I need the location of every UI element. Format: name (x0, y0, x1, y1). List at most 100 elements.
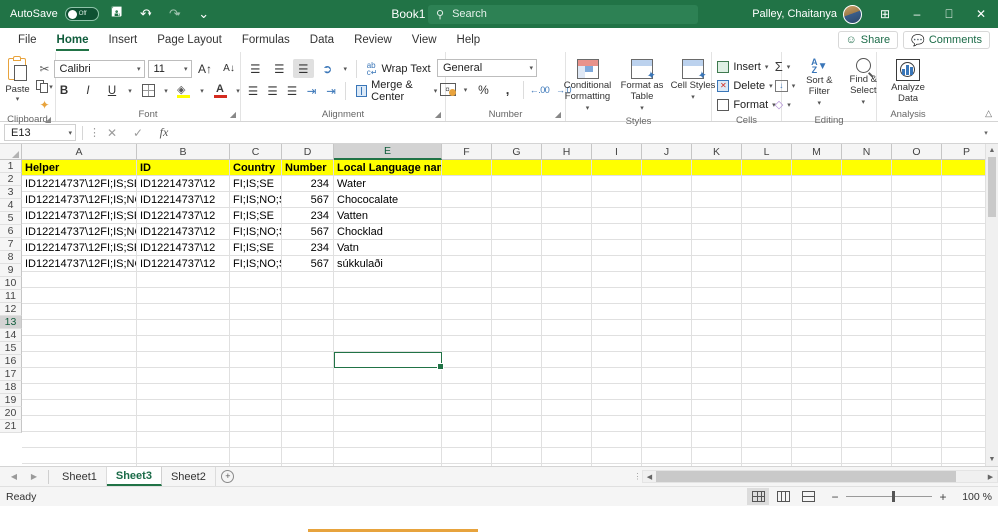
align-top-icon[interactable]: ☰ (245, 59, 266, 78)
cell-D5[interactable]: 567 (282, 224, 334, 240)
scroll-left-icon[interactable]: ◀ (643, 473, 656, 481)
ribbon-display-options-icon[interactable]: ⊞ (870, 0, 900, 28)
cell-N16[interactable] (842, 400, 892, 416)
cell-E14[interactable] (334, 368, 442, 384)
cell-D6[interactable]: 234 (282, 240, 334, 256)
zoom-value[interactable]: 100 % (954, 491, 992, 503)
cell-J8[interactable] (642, 272, 692, 288)
cell-F7[interactable] (442, 256, 492, 272)
cell-M10[interactable] (792, 304, 842, 320)
cell-G7[interactable] (492, 256, 542, 272)
cell-A10[interactable] (22, 304, 137, 320)
cell-B13[interactable] (137, 352, 230, 368)
cell-G6[interactable] (492, 240, 542, 256)
cell-J19[interactable] (642, 448, 692, 464)
cell-P10[interactable] (942, 304, 985, 320)
cell-K6[interactable] (692, 240, 742, 256)
row-header-13[interactable]: 13 (0, 316, 22, 329)
cell-L16[interactable] (742, 400, 792, 416)
scroll-grip[interactable]: ⋮ (632, 470, 642, 483)
cell-C14[interactable] (230, 368, 282, 384)
cell-F12[interactable] (442, 336, 492, 352)
cell-P9[interactable] (942, 288, 985, 304)
accounting-dropdown-icon[interactable]: ▾ (461, 86, 470, 94)
cell-F16[interactable] (442, 400, 492, 416)
align-center-icon[interactable]: ☰ (264, 81, 281, 100)
cell-C1[interactable]: Country (230, 160, 282, 176)
cell-P16[interactable] (942, 400, 985, 416)
cell-D10[interactable] (282, 304, 334, 320)
sort-filter-dropdown-icon[interactable]: ▾ (818, 98, 822, 109)
cell-H9[interactable] (542, 288, 592, 304)
cell-A14[interactable] (22, 368, 137, 384)
cell-F10[interactable] (442, 304, 492, 320)
cell-E11[interactable] (334, 320, 442, 336)
cell-N12[interactable] (842, 336, 892, 352)
cell-H11[interactable] (542, 320, 592, 336)
insert-function-icon[interactable]: fx (151, 124, 177, 142)
borders-icon[interactable] (138, 81, 159, 100)
cell-K1[interactable] (692, 160, 742, 176)
cell-M7[interactable] (792, 256, 842, 272)
search-box[interactable]: ⚲ Search (428, 4, 698, 24)
row-header-18[interactable]: 18 (0, 381, 22, 394)
cell-L14[interactable] (742, 368, 792, 384)
wrap-text-button[interactable]: ab c↵ Wrap Text (363, 59, 435, 78)
cell-N6[interactable] (842, 240, 892, 256)
row-header-14[interactable]: 14 (0, 329, 22, 342)
cell-G1[interactable] (492, 160, 542, 176)
column-header-e[interactable]: E (334, 144, 442, 160)
cell-D8[interactable] (282, 272, 334, 288)
cell-D4[interactable]: 234 (282, 208, 334, 224)
cell-O4[interactable] (892, 208, 942, 224)
cell-A12[interactable] (22, 336, 137, 352)
cell-L3[interactable] (742, 192, 792, 208)
cell-N11[interactable] (842, 320, 892, 336)
font-size-select[interactable]: 11 ▾ (147, 59, 192, 78)
cell-E18[interactable] (334, 432, 442, 448)
cell-M8[interactable] (792, 272, 842, 288)
cell-D20[interactable] (282, 464, 334, 466)
cell-C10[interactable] (230, 304, 282, 320)
cell-B15[interactable] (137, 384, 230, 400)
paste-dropdown-icon[interactable]: ▾ (16, 95, 20, 103)
cell-I16[interactable] (592, 400, 642, 416)
cell-M15[interactable] (792, 384, 842, 400)
cell-D11[interactable] (282, 320, 334, 336)
grow-font-icon[interactable]: A↑ (195, 59, 216, 78)
cell-E12[interactable] (334, 336, 442, 352)
cell-D15[interactable] (282, 384, 334, 400)
increase-indent-icon[interactable]: ⇥ (323, 81, 340, 100)
cell-C18[interactable] (230, 432, 282, 448)
cell-I2[interactable] (592, 176, 642, 192)
row-header-2[interactable]: 2 (0, 173, 22, 186)
fill-dropdown-icon[interactable]: ▾ (792, 82, 796, 90)
cell-F17[interactable] (442, 416, 492, 432)
share-button[interactable]: ☺ Share (837, 31, 899, 49)
horizontal-scroll-thumb[interactable] (656, 471, 956, 482)
cell-G11[interactable] (492, 320, 542, 336)
cell-M19[interactable] (792, 448, 842, 464)
sheet-tab-sheet1[interactable]: Sheet1 (53, 467, 107, 486)
cell-C17[interactable] (230, 416, 282, 432)
row-header-1[interactable]: 1 (0, 160, 22, 173)
cell-C11[interactable] (230, 320, 282, 336)
cell-C2[interactable]: FI;IS;SE (230, 176, 282, 192)
cell-D1[interactable]: Number (282, 160, 334, 176)
row-header-4[interactable]: 4 (0, 199, 22, 212)
cell-N19[interactable] (842, 448, 892, 464)
cell-F14[interactable] (442, 368, 492, 384)
cell-O13[interactable] (892, 352, 942, 368)
row-header-3[interactable]: 3 (0, 186, 22, 199)
cell-C4[interactable]: FI;IS;SE (230, 208, 282, 224)
cell-O12[interactable] (892, 336, 942, 352)
cell-F15[interactable] (442, 384, 492, 400)
cell-O6[interactable] (892, 240, 942, 256)
italic-button[interactable]: I (78, 81, 99, 100)
cell-E15[interactable] (334, 384, 442, 400)
cell-N17[interactable] (842, 416, 892, 432)
row-header-6[interactable]: 6 (0, 225, 22, 238)
cell-P4[interactable] (942, 208, 985, 224)
insert-cells-button[interactable]: Insert ▾ (714, 57, 771, 76)
cell-K2[interactable] (692, 176, 742, 192)
